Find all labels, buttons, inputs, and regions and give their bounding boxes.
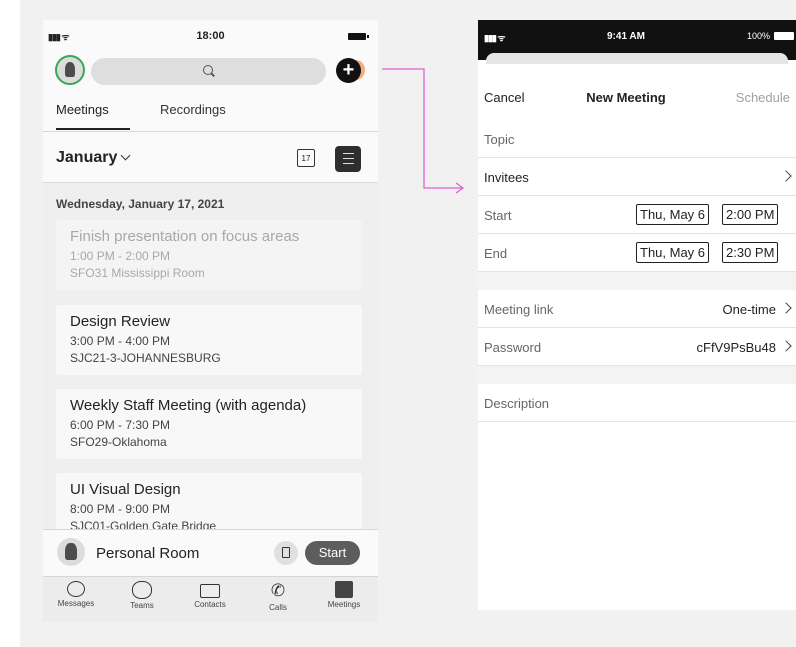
chevron-down-icon[interactable] (120, 150, 131, 161)
chevron-right-icon (780, 302, 792, 314)
nav-label: Contacts (194, 600, 226, 609)
end-time-picker[interactable]: 2:30 PM (722, 242, 779, 263)
meeting-time: 6:00 PM - 7:30 PM (70, 418, 171, 432)
start-row: Start Thu, May 6 2:00 PM (478, 196, 796, 234)
month-selector[interactable]: January (56, 149, 117, 167)
search-bar[interactable] (91, 58, 326, 85)
battery-icon (348, 33, 369, 40)
password-value: cFfV9PsBu48 (696, 340, 777, 355)
nav-label: Calls (269, 603, 287, 612)
meeting-time: 8:00 PM - 9:00 PM (70, 502, 171, 516)
battery-icon (774, 32, 794, 40)
chevron-right-icon (780, 340, 792, 352)
end-date-picker[interactable]: Thu, May 6 (636, 242, 710, 263)
meeting-title: Weekly Staff Meeting (with agenda) (70, 397, 307, 414)
nav-calls[interactable]: ✆ Calls (248, 581, 308, 612)
active-tab-indicator (56, 128, 130, 130)
schedule-button[interactable]: Schedule (736, 90, 790, 105)
status-time: 9:41 AM (607, 31, 645, 42)
nav-contacts[interactable]: Contacts (180, 581, 240, 609)
meeting-card[interactable]: Design Review 3:00 PM - 4:00 PM SJC21-3-… (56, 305, 362, 375)
meeting-title: Design Review (70, 313, 171, 330)
meeting-card[interactable]: UI Visual Design 8:00 PM - 9:00 PM SJC01… (56, 473, 362, 533)
tab-recordings[interactable]: Recordings (160, 102, 226, 117)
tab-meetings[interactable]: Meetings (56, 102, 109, 117)
meeting-card[interactable]: Finish presentation on focus areas 1:00 … (56, 220, 362, 290)
avatar[interactable] (55, 55, 85, 85)
flow-arrow (382, 68, 465, 194)
add-button[interactable]: + (336, 58, 361, 83)
start-date-picker[interactable]: Thu, May 6 (636, 204, 710, 225)
meeting-title: Finish presentation on focus areas (70, 228, 300, 245)
phone-icon: ✆ (270, 581, 286, 600)
personal-room-label: Personal Room (96, 545, 200, 562)
canvas: ▮▮▮ ᯤ 18:00 + Meetings Recordings Januar… (0, 0, 796, 647)
teams-icon (132, 581, 152, 599)
copy-icon[interactable] (274, 541, 298, 565)
contact-card-icon (200, 584, 220, 598)
nav-label: Meetings (327, 600, 361, 609)
status-bar: ▮▮▮ ᯤ 18:00 (43, 20, 378, 56)
search-icon (203, 65, 213, 75)
divider (43, 131, 378, 132)
description-field[interactable]: Description (478, 384, 796, 422)
personal-room-bar: Personal Room Start (43, 529, 378, 575)
meeting-location: SJC21-3-JOHANNESBURG (70, 351, 221, 365)
calendar-today-icon[interactable]: 17 (297, 149, 315, 167)
battery-percent: 100% (746, 31, 770, 41)
invitees-row[interactable]: Invitees (478, 158, 796, 196)
meeting-list: Wednesday, January 17, 2021 Finish prese… (43, 183, 378, 533)
meeting-link-value: One-time (722, 302, 776, 317)
start-button[interactable]: Start (305, 541, 360, 565)
start-label: Start (484, 208, 512, 223)
chevron-right-icon (780, 170, 792, 182)
avatar (57, 538, 85, 566)
meeting-link-label: Meeting link (484, 302, 554, 317)
meeting-location: SFO29-Oklahoma (70, 435, 167, 449)
description-placeholder: Description (484, 396, 550, 411)
section-gap (478, 272, 796, 290)
nav-teams[interactable]: Teams (112, 581, 172, 610)
end-row: End Thu, May 6 2:30 PM (478, 234, 796, 272)
day-header: Wednesday, January 17, 2021 (56, 197, 225, 211)
meeting-location: SFO31 Mississippi Room (70, 266, 205, 280)
section-gap (478, 366, 796, 384)
meetings-screen: ▮▮▮ ᯤ 18:00 + Meetings Recordings Januar… (43, 20, 378, 622)
list-view-icon[interactable] (335, 146, 361, 172)
topic-placeholder: Topic (484, 132, 515, 147)
nav-label: Teams (130, 601, 154, 610)
meeting-time: 3:00 PM - 4:00 PM (70, 334, 171, 348)
nav-label: Messages (57, 599, 95, 608)
password-label: Password (484, 340, 542, 355)
nav-messages[interactable]: Messages (46, 581, 106, 608)
chat-bubble-icon (67, 581, 85, 597)
status-time: 18:00 (196, 30, 225, 42)
meeting-card[interactable]: Weekly Staff Meeting (with agenda) 6:00 … (56, 389, 362, 459)
invitees-label: Invitees (484, 170, 529, 185)
new-meeting-screen: ▮▮▮ ᯤ 9:41 AM 100% Cancel New Meeting Sc… (478, 20, 796, 610)
end-label: End (484, 246, 508, 261)
page-title: New Meeting (586, 90, 666, 105)
meeting-time: 1:00 PM - 2:00 PM (70, 249, 171, 263)
meeting-title: UI Visual Design (70, 481, 181, 498)
topic-field[interactable]: Topic (478, 120, 796, 158)
nav-meetings[interactable]: Meetings (314, 581, 374, 609)
password-row[interactable]: Password cFfV9PsBu48 (478, 328, 796, 366)
calendar-icon (335, 581, 353, 598)
bottom-nav: Messages Teams Contacts ✆ Calls Meetings (43, 576, 378, 622)
meeting-link-row[interactable]: Meeting link One-time (478, 290, 796, 328)
start-time-picker[interactable]: 2:00 PM (722, 204, 779, 225)
